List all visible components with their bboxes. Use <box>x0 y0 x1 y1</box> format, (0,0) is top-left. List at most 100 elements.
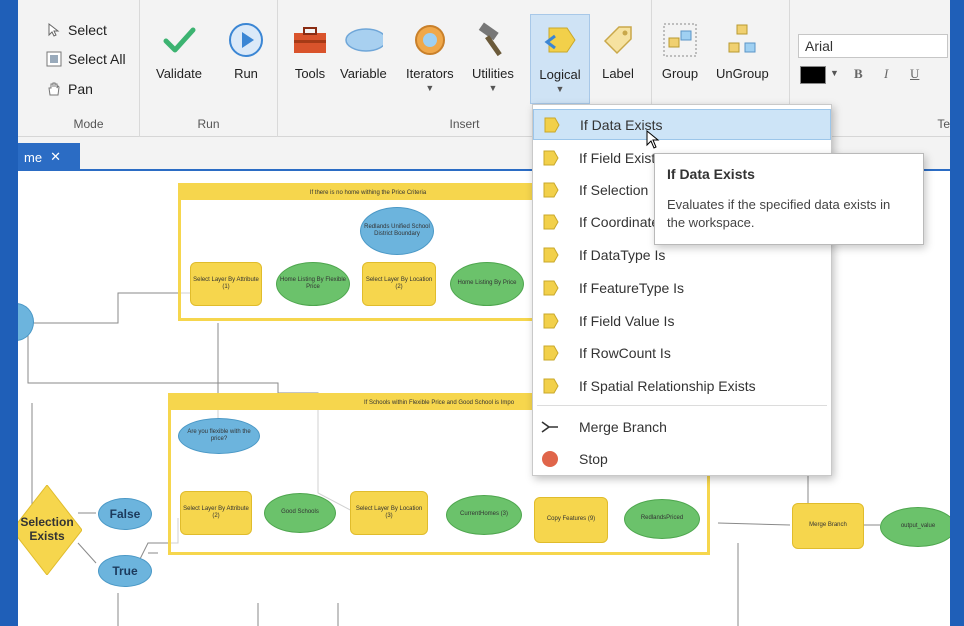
node-home-listing-price[interactable]: Home Listing By Price <box>450 262 524 306</box>
tools-label: Tools <box>294 66 326 81</box>
node-home-listing-flexible[interactable]: Home Listing By Flexible Price <box>276 262 350 306</box>
menu-item-stop[interactable]: Stop <box>533 443 831 474</box>
validate-button[interactable]: Validate <box>156 20 202 81</box>
node-select-layer-attr-1[interactable]: Select Layer By Attribute (1) <box>190 262 262 306</box>
iterators-label: Iterators <box>406 66 454 81</box>
bold-button[interactable]: B <box>854 66 863 82</box>
group-button[interactable]: Group <box>660 20 700 81</box>
hand-icon <box>46 81 62 97</box>
select-all-icon <box>46 51 62 67</box>
play-icon <box>226 20 266 60</box>
font-select[interactable]: Arial <box>798 34 948 58</box>
hammer-icon <box>473 20 513 60</box>
stop-icon <box>539 448 561 470</box>
node-output-value[interactable]: output_value <box>880 507 950 547</box>
tooltip: If Data Exists Evaluates if the specifie… <box>654 153 924 245</box>
run-group: Validate Run Run <box>140 0 278 137</box>
select-label: Select <box>68 22 107 38</box>
node-merge-branch[interactable]: Merge Branch <box>792 503 864 549</box>
run-button[interactable]: Run <box>226 20 266 81</box>
node-good-schools[interactable]: Good Schools <box>264 493 336 533</box>
tag-icon <box>598 20 638 60</box>
tab-model-label: me <box>24 149 43 165</box>
mode-group-label: Mode <box>73 117 104 131</box>
if-icon <box>539 244 561 266</box>
menu-item-label: If Selection <box>579 181 649 198</box>
cursor-icon <box>46 22 62 38</box>
node-copy-features[interactable]: Copy Features (9) <box>534 497 608 543</box>
if-icon <box>539 342 561 364</box>
iterators-dropdown-caret[interactable]: ▼ <box>425 83 434 93</box>
tooltip-title: If Data Exists <box>667 166 755 182</box>
menu-item-if-data-exists[interactable]: If Data Exists <box>533 109 831 140</box>
group-1-title: If there is no home withing the Price Cr… <box>181 186 555 200</box>
menu-item-label: If DataType Is <box>579 246 666 263</box>
utilities-dropdown-caret[interactable]: ▼ <box>488 83 497 93</box>
iterator-icon <box>410 20 450 60</box>
logical-dropdown-caret[interactable]: ▼ <box>556 84 565 94</box>
validate-label: Validate <box>156 66 203 81</box>
menu-separator <box>537 405 827 406</box>
menu-item-if-rowcount-is[interactable]: If RowCount Is <box>533 337 831 368</box>
ungroup-button[interactable]: UnGroup <box>716 20 769 81</box>
menu-item-label: If FeatureType Is <box>579 279 685 296</box>
if-icon <box>540 114 562 136</box>
menu-item-label: If Field Exists <box>579 149 663 166</box>
logical-label: Logical <box>539 67 581 82</box>
menu-item-label: If Coordinate <box>579 213 660 230</box>
utilities-label: Utilities <box>472 66 514 81</box>
if-icon <box>539 147 561 169</box>
pan-button[interactable]: Pan <box>46 81 93 97</box>
menu-item-label: Stop <box>579 450 608 467</box>
toolbox-icon <box>290 20 330 60</box>
menu-item-if-featuretype-is[interactable]: If FeatureType Is <box>533 272 831 303</box>
logical-icon <box>540 21 580 61</box>
node-selection-exists[interactable]: Selection Exists <box>18 485 82 575</box>
node-school-district[interactable]: Redlands Unified School District Boundar… <box>360 207 434 255</box>
menu-item-label: If RowCount Is <box>579 344 671 361</box>
menu-item-label: If Field Value Is <box>579 312 675 329</box>
tools-button[interactable]: Tools <box>290 20 330 81</box>
italic-button[interactable]: I <box>884 66 888 82</box>
run-label: Run <box>234 66 258 81</box>
checkmark-icon <box>159 20 199 60</box>
ungroup-label: UnGroup <box>716 66 769 81</box>
select-all-button[interactable]: Select All <box>46 51 126 67</box>
mouse-cursor-icon <box>646 130 660 149</box>
font-select-value: Arial <box>805 38 834 54</box>
node-select-layer-loc-3[interactable]: Select Layer By Location (3) <box>350 491 428 535</box>
node-redlands-priced[interactable]: RedlandsPriced <box>624 499 700 539</box>
logical-button[interactable]: Logical ▼ <box>530 14 590 104</box>
menu-item-label: If Spatial Relationship Exists <box>579 377 756 394</box>
node-current-homes[interactable]: CurrentHomes (3) <box>446 495 522 535</box>
tooltip-description: Evaluates if the specified data exists i… <box>667 197 891 231</box>
ungroup-icon <box>722 20 762 60</box>
variable-label: Variable <box>340 66 387 81</box>
variable-button[interactable]: Variable <box>340 20 387 81</box>
menu-item-if-spatial-relationship[interactable]: If Spatial Relationship Exists <box>533 370 831 401</box>
utilities-button[interactable]: Utilities ▼ <box>472 20 514 93</box>
font-color-picker[interactable] <box>800 66 826 84</box>
node-select-layer-attr-2[interactable]: Select Layer By Attribute (2) <box>180 491 252 535</box>
node-true[interactable]: True <box>98 555 152 587</box>
if-icon <box>539 375 561 397</box>
selection-exists-label: Selection Exists <box>20 515 74 544</box>
app-window: Select Select All Pan Mode Validate Run … <box>18 0 950 626</box>
node-flexible-question[interactable]: Are you flexible with the price? <box>178 418 260 454</box>
menu-item-label: Merge Branch <box>579 418 667 435</box>
node-false[interactable]: False <box>98 498 152 530</box>
label-button[interactable]: Label <box>598 20 638 81</box>
tab-model[interactable]: me ✕ <box>18 143 80 171</box>
close-icon[interactable]: ✕ <box>50 149 61 165</box>
run-group-label: Run <box>197 117 220 131</box>
menu-item-merge-branch[interactable]: Merge Branch <box>533 411 831 442</box>
if-icon <box>539 179 561 201</box>
node-select-layer-loc-2[interactable]: Select Layer By Location (2) <box>362 262 436 306</box>
font-color-caret[interactable]: ▼ <box>830 68 839 78</box>
if-icon <box>539 277 561 299</box>
iterators-button[interactable]: Iterators ▼ <box>406 20 454 93</box>
if-icon <box>539 310 561 332</box>
menu-item-if-field-value-is[interactable]: If Field Value Is <box>533 305 831 336</box>
underline-button[interactable]: U <box>910 66 919 82</box>
select-button[interactable]: Select <box>46 22 107 38</box>
